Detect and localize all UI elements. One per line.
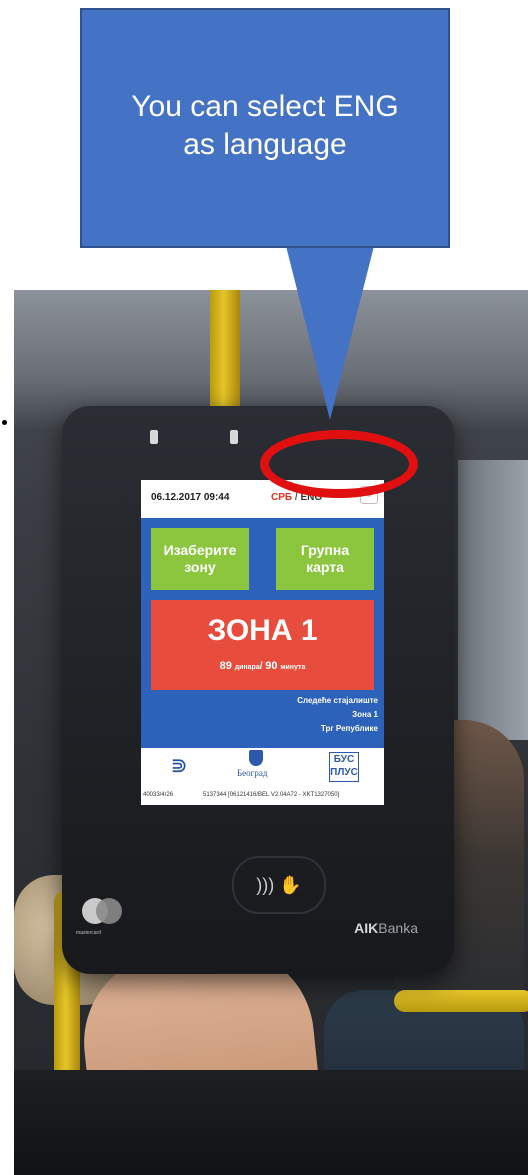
language-serbian[interactable]: СРБ (271, 492, 292, 503)
language-separator: / (294, 492, 298, 503)
next-stop-label: Следеће стајалиште (297, 696, 378, 705)
price-value: 89 (219, 660, 232, 672)
mastercard-label: mastercard (76, 930, 102, 936)
device-id: 40033/4/26 (143, 792, 174, 798)
group-ticket-label: Групна карта (300, 542, 350, 575)
price-unit: динара (234, 664, 260, 671)
indicator-led (230, 430, 238, 444)
duration-unit: минута (280, 664, 306, 671)
next-stop-zone: Зона 1 (352, 710, 378, 719)
callout-box: You can select ENG as language (80, 8, 450, 248)
callout-pointer (286, 246, 374, 420)
indicator-led (150, 430, 158, 444)
city-name: Београд (237, 768, 268, 778)
city-crest-icon (249, 750, 263, 766)
bank-brand: AIK (354, 920, 379, 936)
ticket-validator: 06.12.2017 09:44 СРБ / ENG ⚙ Изаберите з… (62, 406, 454, 974)
transit-logo-icon: ⋑ (170, 755, 188, 777)
logo-strip: ⋑ Београд БУС ПЛУС (141, 748, 384, 788)
price-separator: / (259, 661, 263, 672)
firmware-info: 5137344 [06121416/BEL V2.04A72 - XKT1327… (203, 792, 340, 798)
bus-side-window (458, 460, 528, 740)
mastercard-circle-right (96, 898, 122, 924)
main-panel: Изаберите зону Групна карта ЗОНА 1 89 ди… (141, 518, 384, 748)
duration-value: 90 (265, 660, 278, 672)
select-zone-button[interactable]: Изаберите зону (151, 528, 249, 590)
zone-title: ЗОНА 1 (207, 614, 318, 647)
device-info-line: 40033/4/26 5137344 [06121416/BEL V2.04A7… (141, 788, 384, 805)
language-highlight-circle (260, 430, 418, 498)
jacket-sleeve (14, 1070, 528, 1175)
mastercard-logo-icon (82, 898, 122, 924)
next-stop-name: Трг Републике (320, 724, 378, 733)
bank-logo: AIKBanka (354, 920, 418, 936)
select-zone-label: Изаберите зону (163, 542, 237, 575)
group-ticket-button[interactable]: Групна карта (276, 528, 374, 590)
datetime: 06.12.2017 09:44 (151, 492, 230, 503)
validator-screen: 06.12.2017 09:44 СРБ / ENG ⚙ Изаберите з… (141, 480, 384, 805)
yellow-handrail-right (394, 990, 528, 1012)
zone-price: 89 динара/ 90 минута (151, 660, 374, 672)
callout-text: You can select ENG as language (131, 90, 399, 161)
next-stop-info: Следеће стајалиште Зона 1 Трг Републике (297, 694, 378, 736)
busplus-logo: БУС ПЛУС (329, 752, 359, 782)
buy-zone-ticket-button[interactable]: ЗОНА 1 89 динара/ 90 минута (151, 600, 374, 690)
bank-suffix: Banka (378, 920, 418, 936)
contactless-reader-icon[interactable]: ))) ✋ (232, 856, 326, 914)
stray-dot (2, 420, 7, 425)
